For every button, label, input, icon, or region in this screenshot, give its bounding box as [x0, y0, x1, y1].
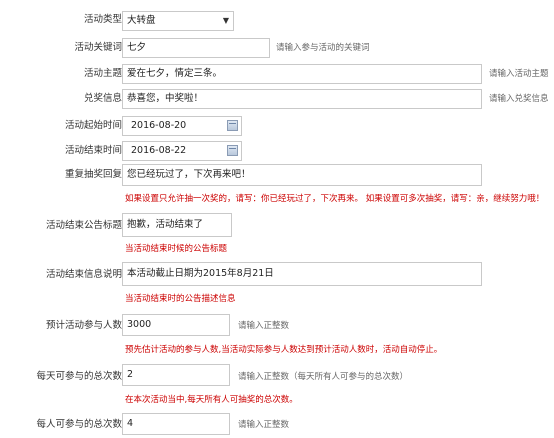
- activity-type-label: 活动类型: [83, 14, 122, 25]
- start-time-label: 活动起始时间: [64, 120, 122, 131]
- daily-total-label: 每天可参与的总次数: [36, 371, 122, 382]
- activity-type-select[interactable]: 大转盘 ▼: [122, 11, 234, 31]
- expected-participants-note: 预先估计活动的参与人数,当活动实际参与人数达到预计活动人数时，活动自动停止。: [125, 345, 443, 355]
- prize-info-input[interactable]: 恭喜您，中奖啦！: [122, 89, 482, 109]
- end-desc-input[interactable]: 本活动截止日期为2015年8月21日: [122, 262, 482, 286]
- end-time-value: 2016-08-22: [131, 145, 187, 156]
- repeat-reply-note: 如果设置只允许抽一次奖的，请写：你已经玩过了，下次再来。 如果设置可多次抽奖，请…: [125, 194, 545, 204]
- keyword-input[interactable]: 七夕: [122, 38, 270, 58]
- subject-hint: 请输入活动主题: [489, 69, 549, 79]
- prize-info-label: 兑奖信息: [83, 93, 122, 104]
- per-person-total-input[interactable]: 4: [122, 413, 230, 435]
- repeat-reply-input[interactable]: 您已经玩过了，下次再来吧！: [122, 164, 482, 186]
- expected-participants-input[interactable]: 3000: [122, 314, 230, 336]
- start-time-value: 2016-08-20: [131, 120, 187, 131]
- daily-total-hint: 请输入正整数（每天所有人可参与的总次数）: [238, 372, 409, 382]
- end-desc-label: 活动结束信息说明: [45, 269, 122, 280]
- keyword-label: 活动关键词: [74, 42, 122, 53]
- expected-participants-hint: 请输入正整数: [238, 321, 290, 331]
- expected-participants-label: 预计活动参与人数: [45, 320, 122, 331]
- end-title-note: 当活动结束时候的公告标题: [125, 244, 228, 254]
- subject-input[interactable]: 爱在七夕，情定三条。: [122, 64, 482, 84]
- keyword-hint: 请输入参与活动的关键词: [276, 43, 370, 53]
- activity-type-value: 大转盘: [127, 15, 156, 26]
- end-time-label: 活动结束时间: [64, 145, 122, 156]
- repeat-reply-label: 重复抽奖回复: [64, 169, 122, 180]
- calendar-icon[interactable]: [227, 145, 238, 156]
- end-desc-note: 当活动结束时的公告描述信息: [125, 294, 236, 304]
- subject-label: 活动主题: [83, 68, 122, 79]
- prize-info-hint: 请输入兑奖信息: [489, 94, 549, 104]
- end-title-input[interactable]: 抱歉，活动结束了: [122, 213, 232, 237]
- calendar-icon[interactable]: [227, 120, 238, 131]
- end-title-label: 活动结束公告标题: [45, 220, 122, 231]
- end-time-input[interactable]: 2016-08-22: [122, 141, 242, 161]
- chevron-down-icon: ▼: [222, 16, 229, 25]
- daily-total-note: 在本次活动当中,每天所有人可抽奖的总次数。: [125, 395, 298, 405]
- per-person-total-hint: 请输入正整数: [238, 420, 290, 430]
- daily-total-input[interactable]: 2: [122, 364, 230, 386]
- start-time-input[interactable]: 2016-08-20: [122, 116, 242, 136]
- per-person-total-label: 每人可参与的总次数: [36, 419, 122, 430]
